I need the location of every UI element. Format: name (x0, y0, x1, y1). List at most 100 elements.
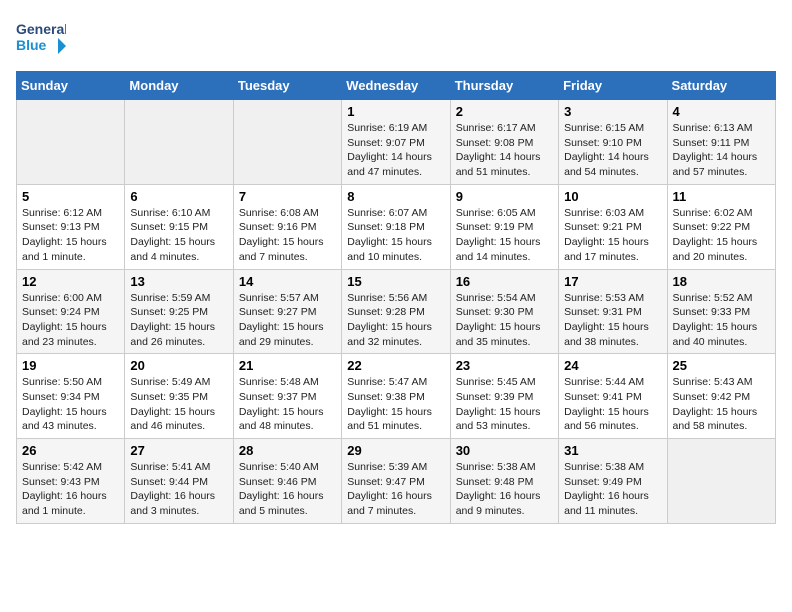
day-number: 21 (239, 358, 336, 373)
day-header-monday: Monday (125, 72, 233, 100)
calendar-cell (17, 100, 125, 185)
day-info: Sunrise: 5:50 AM Sunset: 9:34 PM Dayligh… (22, 375, 119, 434)
day-number: 28 (239, 443, 336, 458)
calendar-cell: 31 Sunrise: 5:38 AM Sunset: 9:49 PM Dayli… (559, 439, 667, 524)
day-info: Sunrise: 5:52 AM Sunset: 9:33 PM Dayligh… (673, 291, 770, 350)
calendar-cell: 16 Sunrise: 5:54 AM Sunset: 9:30 PM Dayli… (450, 269, 558, 354)
day-header-friday: Friday (559, 72, 667, 100)
calendar-cell: 28 Sunrise: 5:40 AM Sunset: 9:46 PM Dayli… (233, 439, 341, 524)
day-number: 7 (239, 189, 336, 204)
day-info: Sunrise: 6:00 AM Sunset: 9:24 PM Dayligh… (22, 291, 119, 350)
calendar-cell: 2 Sunrise: 6:17 AM Sunset: 9:08 PM Daylig… (450, 100, 558, 185)
day-info: Sunrise: 5:48 AM Sunset: 9:37 PM Dayligh… (239, 375, 336, 434)
calendar-cell: 6Sunrise: 6:10 AM Sunset: 9:15 PM Daylig… (125, 184, 233, 269)
calendar-cell: 11Sunrise: 6:02 AM Sunset: 9:22 PM Dayli… (667, 184, 775, 269)
day-header-saturday: Saturday (667, 72, 775, 100)
calendar-cell: 12 Sunrise: 6:00 AM Sunset: 9:24 PM Dayli… (17, 269, 125, 354)
day-info: Sunrise: 5:41 AM Sunset: 9:44 PM Dayligh… (130, 460, 227, 519)
calendar-cell: 22Sunrise: 5:47 AM Sunset: 9:38 PM Dayli… (342, 354, 450, 439)
day-info: Sunrise: 5:53 AM Sunset: 9:31 PM Dayligh… (564, 291, 661, 350)
svg-text:Blue: Blue (16, 37, 47, 53)
day-number: 30 (456, 443, 553, 458)
day-number: 20 (130, 358, 227, 373)
day-info: Sunrise: 6:05 AM Sunset: 9:19 PM Dayligh… (456, 206, 553, 265)
calendar-cell: 19 Sunrise: 5:50 AM Sunset: 9:34 PM Dayli… (17, 354, 125, 439)
day-info: Sunrise: 5:56 AM Sunset: 9:28 PM Dayligh… (347, 291, 444, 350)
day-info: Sunrise: 6:17 AM Sunset: 9:08 PM Dayligh… (456, 121, 553, 180)
calendar-cell (233, 100, 341, 185)
calendar-cell: 25Sunrise: 5:43 AM Sunset: 9:42 PM Dayli… (667, 354, 775, 439)
day-number: 29 (347, 443, 444, 458)
page-header: General Blue (16, 16, 776, 61)
day-info: Sunrise: 6:03 AM Sunset: 9:21 PM Dayligh… (564, 206, 661, 265)
day-number: 26 (22, 443, 119, 458)
day-info: Sunrise: 5:39 AM Sunset: 9:47 PM Dayligh… (347, 460, 444, 519)
calendar-cell: 3 Sunrise: 6:15 AM Sunset: 9:10 PM Daylig… (559, 100, 667, 185)
day-number: 27 (130, 443, 227, 458)
day-number: 19 (22, 358, 119, 373)
calendar-cell: 29 Sunrise: 5:39 AM Sunset: 9:47 PM Dayli… (342, 439, 450, 524)
calendar-cell: 15Sunrise: 5:56 AM Sunset: 9:28 PM Dayli… (342, 269, 450, 354)
day-info: Sunrise: 5:38 AM Sunset: 9:49 PM Dayligh… (564, 460, 661, 519)
day-info: Sunrise: 6:08 AM Sunset: 9:16 PM Dayligh… (239, 206, 336, 265)
day-number: 24 (564, 358, 661, 373)
day-info: Sunrise: 6:19 AM Sunset: 9:07 PM Dayligh… (347, 121, 444, 180)
day-number: 6 (130, 189, 227, 204)
day-number: 3 (564, 104, 661, 119)
calendar-cell (125, 100, 233, 185)
day-number: 5 (22, 189, 119, 204)
day-number: 8 (347, 189, 444, 204)
day-info: Sunrise: 6:15 AM Sunset: 9:10 PM Dayligh… (564, 121, 661, 180)
svg-text:General: General (16, 21, 66, 37)
calendar-cell: 14 Sunrise: 5:57 AM Sunset: 9:27 PM Dayli… (233, 269, 341, 354)
day-info: Sunrise: 5:42 AM Sunset: 9:43 PM Dayligh… (22, 460, 119, 519)
day-info: Sunrise: 6:12 AM Sunset: 9:13 PM Dayligh… (22, 206, 119, 265)
day-info: Sunrise: 5:49 AM Sunset: 9:35 PM Dayligh… (130, 375, 227, 434)
calendar-cell: 7 Sunrise: 6:08 AM Sunset: 9:16 PM Daylig… (233, 184, 341, 269)
day-info: Sunrise: 5:44 AM Sunset: 9:41 PM Dayligh… (564, 375, 661, 434)
day-header-thursday: Thursday (450, 72, 558, 100)
week-row-2: 5 Sunrise: 6:12 AM Sunset: 9:13 PM Daylig… (17, 184, 776, 269)
day-info: Sunrise: 5:38 AM Sunset: 9:48 PM Dayligh… (456, 460, 553, 519)
day-info: Sunrise: 5:57 AM Sunset: 9:27 PM Dayligh… (239, 291, 336, 350)
day-number: 11 (673, 189, 770, 204)
day-info: Sunrise: 6:07 AM Sunset: 9:18 PM Dayligh… (347, 206, 444, 265)
day-number: 13 (130, 274, 227, 289)
day-number: 10 (564, 189, 661, 204)
calendar-cell: 21 Sunrise: 5:48 AM Sunset: 9:37 PM Dayli… (233, 354, 341, 439)
day-number: 2 (456, 104, 553, 119)
calendar-cell: 26 Sunrise: 5:42 AM Sunset: 9:43 PM Dayli… (17, 439, 125, 524)
calendar-cell: 27 Sunrise: 5:41 AM Sunset: 9:44 PM Dayli… (125, 439, 233, 524)
day-info: Sunrise: 5:45 AM Sunset: 9:39 PM Dayligh… (456, 375, 553, 434)
day-number: 17 (564, 274, 661, 289)
calendar-cell: 20 Sunrise: 5:49 AM Sunset: 9:35 PM Dayli… (125, 354, 233, 439)
day-number: 4 (673, 104, 770, 119)
day-number: 25 (673, 358, 770, 373)
day-number: 14 (239, 274, 336, 289)
day-header-sunday: Sunday (17, 72, 125, 100)
calendar-cell: 23Sunrise: 5:45 AM Sunset: 9:39 PM Dayli… (450, 354, 558, 439)
week-row-5: 26 Sunrise: 5:42 AM Sunset: 9:43 PM Dayli… (17, 439, 776, 524)
day-info: Sunrise: 5:40 AM Sunset: 9:46 PM Dayligh… (239, 460, 336, 519)
day-info: Sunrise: 5:59 AM Sunset: 9:25 PM Dayligh… (130, 291, 227, 350)
calendar-cell: 30 Sunrise: 5:38 AM Sunset: 9:48 PM Dayli… (450, 439, 558, 524)
week-row-3: 12 Sunrise: 6:00 AM Sunset: 9:24 PM Dayli… (17, 269, 776, 354)
calendar-cell: 17 Sunrise: 5:53 AM Sunset: 9:31 PM Dayli… (559, 269, 667, 354)
day-number: 9 (456, 189, 553, 204)
days-header-row: SundayMondayTuesdayWednesdayThursdayFrid… (17, 72, 776, 100)
calendar-cell: 1Sunrise: 6:19 AM Sunset: 9:07 PM Daylig… (342, 100, 450, 185)
day-number: 12 (22, 274, 119, 289)
day-number: 16 (456, 274, 553, 289)
calendar-cell: 10 Sunrise: 6:03 AM Sunset: 9:21 PM Dayli… (559, 184, 667, 269)
calendar-cell: 9 Sunrise: 6:05 AM Sunset: 9:19 PM Daylig… (450, 184, 558, 269)
day-number: 22 (347, 358, 444, 373)
day-number: 31 (564, 443, 661, 458)
day-header-wednesday: Wednesday (342, 72, 450, 100)
week-row-1: 1Sunrise: 6:19 AM Sunset: 9:07 PM Daylig… (17, 100, 776, 185)
calendar-cell: 18 Sunrise: 5:52 AM Sunset: 9:33 PM Dayli… (667, 269, 775, 354)
day-info: Sunrise: 5:54 AM Sunset: 9:30 PM Dayligh… (456, 291, 553, 350)
calendar-cell: 5 Sunrise: 6:12 AM Sunset: 9:13 PM Daylig… (17, 184, 125, 269)
day-number: 18 (673, 274, 770, 289)
calendar-table: SundayMondayTuesdayWednesdayThursdayFrid… (16, 71, 776, 524)
logo: General Blue (16, 16, 66, 61)
